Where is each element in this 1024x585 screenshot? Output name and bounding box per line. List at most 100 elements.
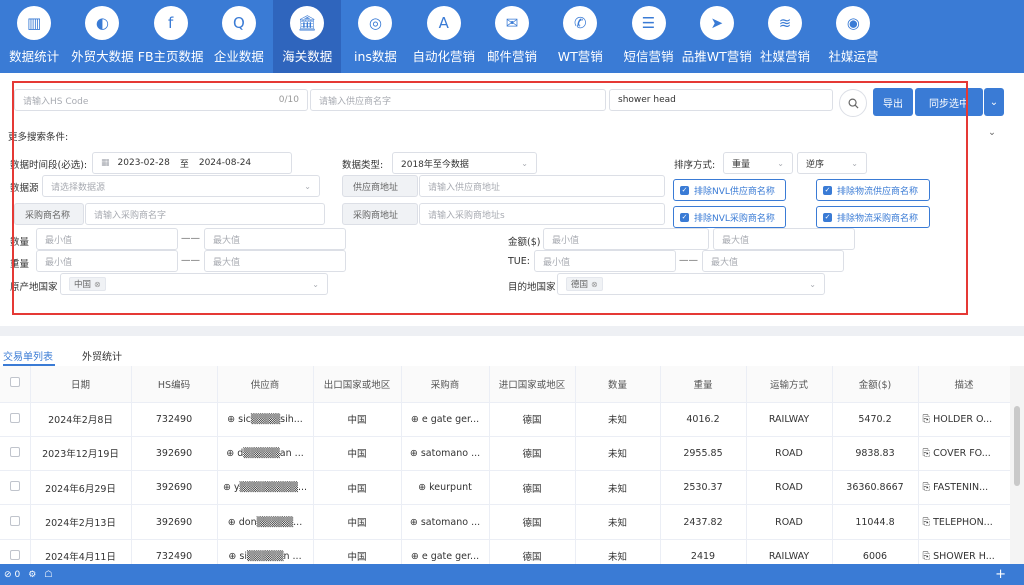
weight-max-input[interactable]: 最大值 xyxy=(204,250,346,272)
origin-country-select[interactable]: 中国 ⊗ ⌄ xyxy=(60,273,328,295)
sort-order-select[interactable]: 逆序 ⌄ xyxy=(797,152,867,174)
destination-country-chip[interactable]: 德国 ⊗ xyxy=(566,277,603,291)
nav-item-1[interactable]: ◐ 外贸大数据 xyxy=(68,0,136,73)
table-cell[interactable]: ⊕ y▒▒▒▒▒▒▒▒... xyxy=(217,470,314,506)
table-cell[interactable]: ⊕ keurpunt xyxy=(401,470,490,506)
row-checkbox[interactable] xyxy=(9,515,20,526)
robot-icon[interactable]: ☖ xyxy=(44,570,52,580)
close-icon[interactable]: ⊗ xyxy=(591,280,598,289)
collapse-chevron-icon[interactable]: ⌄ xyxy=(988,127,996,138)
amount-min-input[interactable]: 最小值 xyxy=(543,228,709,250)
copy-icon[interactable]: ⎘ xyxy=(923,414,934,425)
nav-item-4[interactable]: 🏛 海关数据 xyxy=(273,0,342,73)
row-checkbox[interactable] xyxy=(9,446,20,457)
nav-item-3[interactable]: Q 企业数据 xyxy=(205,0,273,73)
table-cell-text: 392690 xyxy=(155,482,193,494)
row-checkbox[interactable] xyxy=(9,549,20,560)
table-cell[interactable]: ⎘ FASTENIN... xyxy=(918,470,1010,506)
keyword-input[interactable]: shower head xyxy=(609,89,833,111)
table-cell[interactable]: ⊕ e gate ger... xyxy=(401,402,490,437)
table-cell[interactable]: ⊕ satomano ... xyxy=(401,436,490,472)
row-checkbox-cell[interactable] xyxy=(0,504,31,540)
nav-item-9[interactable]: ☰ 短信营销 xyxy=(614,0,682,73)
exclude-nvl-buyer-checkbox[interactable]: ✓ 排除NVL采购商名称 xyxy=(673,206,786,228)
data-type-select[interactable]: 2018年至今数据 ⌄ xyxy=(392,152,537,174)
row-checkbox-cell[interactable] xyxy=(0,436,31,472)
amount-max-input[interactable]: 最大值 xyxy=(713,228,855,250)
table-cell: 5470.2 xyxy=(832,402,919,437)
nav-item-12[interactable]: ◉ 社媒运营 xyxy=(819,0,887,73)
table-row[interactable]: 2024年4月11日 732490 ⊕ si▒▒▒▒▒n ... 中国 ⊕ e gate… xyxy=(0,539,1010,564)
supplier-address-placeholder: 请输入供应商地址 xyxy=(428,182,501,193)
table-cell[interactable]: ⊕ satomano ... xyxy=(401,504,490,540)
exclude-logistics-supplier-checkbox[interactable]: ✓ 排除物流供应商名称 xyxy=(816,179,930,201)
table-row[interactable]: 2024年2月13日 392690 ⊕ don▒▒▒▒▒... 中国 ⊕ satoman… xyxy=(0,504,1010,540)
row-checkbox[interactable] xyxy=(9,412,20,423)
copy-icon[interactable]: ⎘ xyxy=(923,517,934,528)
table-cell-text: 2530.37 xyxy=(683,482,723,494)
table-cell[interactable]: ⊕ si▒▒▒▒▒n ... xyxy=(217,539,314,564)
supplier-name-input[interactable]: 请输入供应商名字 xyxy=(310,89,606,111)
quantity-min-input[interactable]: 最小值 xyxy=(36,228,178,250)
table-cell[interactable]: ⎘ SHOWER H... xyxy=(918,539,1010,564)
copy-icon[interactable]: ⎘ xyxy=(923,448,934,459)
tue-max-input[interactable]: 最大值 xyxy=(702,250,844,272)
tab-trade-statistics[interactable]: 外贸统计 xyxy=(82,348,122,363)
nav-item-10[interactable]: ➤ 品推WT营销 xyxy=(682,0,752,73)
table-cell-text: 732490 xyxy=(155,413,193,425)
sort-field-select[interactable]: 重量 ⌄ xyxy=(723,152,793,174)
table-row[interactable]: 2024年6月29日 392690 ⊕ y▒▒▒▒▒▒▒▒... 中国 ⊕ keurpu… xyxy=(0,470,1010,506)
select-all-checkbox-cell[interactable] xyxy=(0,366,31,403)
table-row[interactable]: 2024年2月8日 732490 ⊕ sic▒▒▒▒sih... 中国 ⊕ e gate… xyxy=(0,402,1010,437)
exclude-logistics-buyer-checkbox[interactable]: ✓ 排除物流采购商名称 xyxy=(816,206,930,228)
settings-icon[interactable]: ⚙ xyxy=(28,570,36,580)
nav-item-2[interactable]: f FB主页数据 xyxy=(137,0,205,73)
row-checkbox-cell[interactable] xyxy=(0,470,31,506)
copy-icon[interactable]: ⎘ xyxy=(923,482,934,493)
data-source-select[interactable]: 请选择数据源 ⌄ xyxy=(42,175,320,197)
supplier-address-input[interactable]: 请输入供应商地址 xyxy=(419,175,665,197)
table-cell[interactable]: ⎘ COVER FO... xyxy=(918,436,1010,472)
buyer-address-input[interactable]: 请输入采购商地址s xyxy=(419,203,665,225)
column-header: 数量 xyxy=(575,366,661,403)
table-cell-text: 2023年12月19日 xyxy=(42,449,119,461)
search-button[interactable] xyxy=(839,89,867,117)
date-range-picker[interactable]: ▦ 2023-02-28 至 2024-08-24 xyxy=(92,152,292,174)
nav-item-7[interactable]: ✉ 邮件营销 xyxy=(478,0,546,73)
tab-trade-list[interactable]: 交易单列表 xyxy=(3,348,53,363)
table-cell[interactable]: ⎘ TELEPHON... xyxy=(918,504,1010,540)
scrollbar-thumb[interactable] xyxy=(1014,406,1020,486)
weight-range-dash: —— xyxy=(181,255,200,266)
table-cell[interactable]: ⊕ don▒▒▒▒▒... xyxy=(217,504,314,540)
row-checkbox-cell[interactable] xyxy=(0,539,31,564)
nav-item-0[interactable]: ▥ 数据统计 xyxy=(0,0,68,73)
buyer-name-input[interactable]: 请输入采购商名字 xyxy=(85,203,325,225)
sync-selected-button[interactable]: 同步选中 xyxy=(915,88,983,116)
close-icon[interactable]: ⊗ xyxy=(94,280,101,289)
tue-min-input[interactable]: 最小值 xyxy=(534,250,676,272)
destination-country-select[interactable]: 德国 ⊗ ⌄ xyxy=(557,273,825,295)
exclude-nvl-supplier-checkbox[interactable]: ✓ 排除NVL供应商名称 xyxy=(673,179,786,201)
origin-country-chip[interactable]: 中国 ⊗ xyxy=(69,277,106,291)
nav-item-6[interactable]: A 自动化营销 xyxy=(410,0,478,73)
nav-item-8[interactable]: ✆ WT营销 xyxy=(546,0,614,73)
table-scrollbar[interactable] xyxy=(1010,366,1024,564)
row-checkbox-cell[interactable] xyxy=(0,402,31,437)
add-button[interactable]: + xyxy=(995,567,1006,582)
table-cell[interactable]: ⊕ e gate ger... xyxy=(401,539,490,564)
row-checkbox[interactable] xyxy=(9,481,20,492)
more-filters-label: 更多搜索条件: xyxy=(8,132,69,143)
quantity-max-input[interactable]: 最大值 xyxy=(204,228,346,250)
nav-item-5[interactable]: ◎ ins数据 xyxy=(341,0,409,73)
table-cell[interactable]: ⎘ HOLDER O... xyxy=(918,402,1010,437)
nav-item-11[interactable]: ≋ 社媒营销 xyxy=(751,0,819,73)
hs-code-input[interactable]: 请输入HS Code 0/10 xyxy=(14,89,308,111)
copy-icon[interactable]: ⎘ xyxy=(923,551,934,562)
export-button[interactable]: 导出 xyxy=(873,88,913,116)
table-row[interactable]: 2023年12月19日 392690 ⊕ d▒▒▒▒▒an ... 中国 ⊕ satom… xyxy=(0,436,1010,472)
weight-min-input[interactable]: 最小值 xyxy=(36,250,178,272)
table-cell[interactable]: ⊕ sic▒▒▒▒sih... xyxy=(217,402,314,437)
sync-dropdown-button[interactable]: ⌄ xyxy=(984,88,1004,116)
select-all-checkbox[interactable] xyxy=(9,377,20,388)
table-cell[interactable]: ⊕ d▒▒▒▒▒an ... xyxy=(217,436,314,472)
